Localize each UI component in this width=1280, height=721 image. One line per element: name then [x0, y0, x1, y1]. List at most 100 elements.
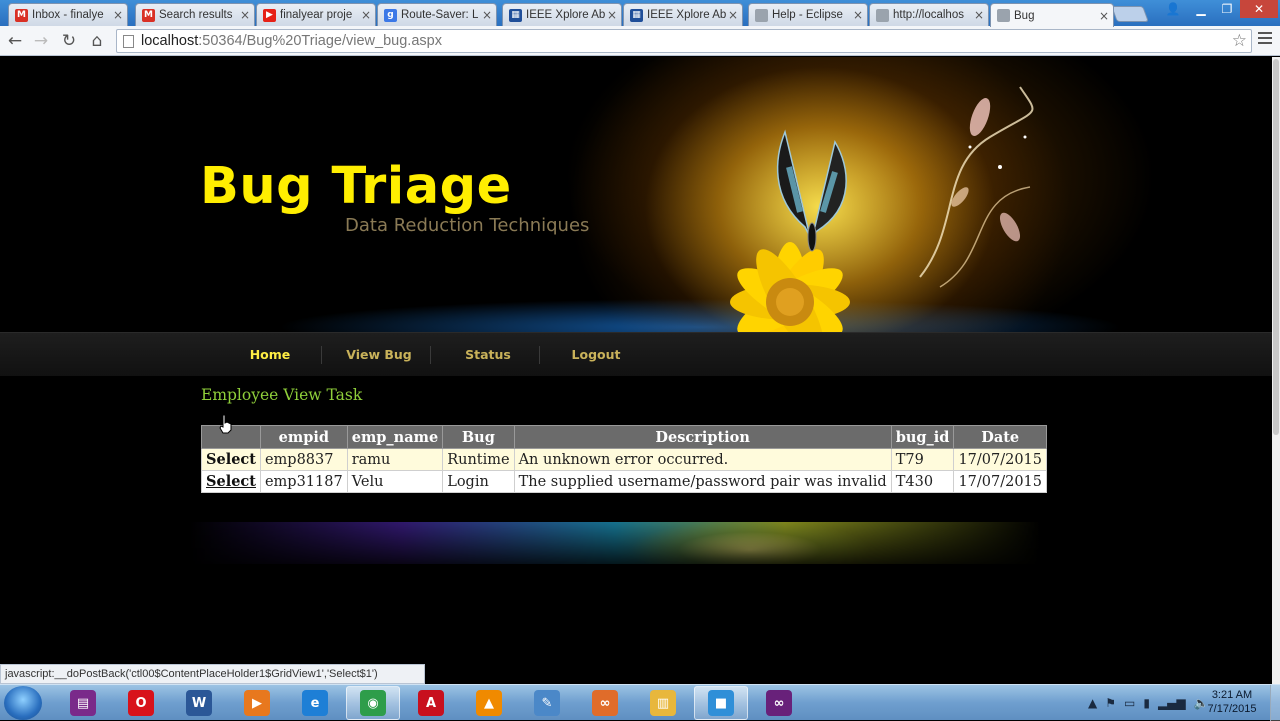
close-tab-icon[interactable]: × — [974, 8, 984, 22]
select-cell: Select — [201, 448, 261, 471]
close-tab-icon[interactable]: × — [113, 8, 123, 22]
battery-icon[interactable]: ▮ — [1143, 696, 1150, 710]
file-explorer-icon: ▥ — [650, 690, 676, 716]
cell-date: 17/07/2015 — [953, 470, 1048, 493]
hand-cursor-icon — [219, 414, 232, 434]
page-scrollbar[interactable] — [1272, 57, 1280, 684]
cell-emp-name: ramu — [346, 448, 444, 471]
browser-tab[interactable]: Bug × — [990, 3, 1114, 27]
bookmark-star-icon[interactable]: ☆ — [1232, 30, 1247, 52]
nav-status[interactable]: Status — [444, 333, 532, 377]
taskbar-app-button[interactable]: ∞ — [752, 686, 806, 720]
close-window-icon[interactable]: ✕ — [1240, 0, 1278, 18]
taskbar-app-button[interactable]: ▶ — [230, 686, 284, 720]
taskbar-app-button[interactable]: ▲ — [462, 686, 516, 720]
new-tab-button[interactable] — [1111, 6, 1149, 22]
browser-tab[interactable]: http://localhos × — [869, 3, 989, 26]
home-icon[interactable]: ⌂ — [86, 31, 108, 51]
cell-description: The supplied username/password pair was … — [513, 470, 892, 493]
select-link[interactable]: Select — [206, 473, 256, 490]
media-player-icon: ▶ — [244, 690, 270, 716]
taskbar-clock[interactable]: 3:21 AM 7/17/2015 — [1200, 688, 1264, 716]
cell-bug-id: T79 — [890, 448, 955, 471]
select-link[interactable]: Select — [206, 451, 256, 468]
network-icon[interactable]: ▂▄▆ — [1158, 696, 1186, 710]
close-tab-icon[interactable]: × — [728, 8, 738, 22]
select-cell: Select — [201, 470, 261, 493]
close-tab-icon[interactable]: × — [240, 8, 250, 22]
nav-view-bug[interactable]: View Bug — [334, 333, 424, 377]
browser-tab[interactable]: g Route-Saver: L × — [377, 3, 497, 26]
nav-divider — [321, 346, 322, 364]
taskbar-app-button[interactable]: ◉ — [346, 686, 400, 720]
browser-status-bar: javascript:__doPostBack('ctl00$ContentPl… — [0, 664, 425, 684]
col-header-bug: Bug — [442, 425, 515, 449]
browser-tab[interactable]: Help - Eclipse × — [748, 3, 868, 26]
display-icon[interactable]: ▭ — [1124, 696, 1135, 710]
windows-taskbar: ▤ O W ▶ e ◉ A ▲ ✎ ∞ ▥ ■ ∞ ▲ ⚑ ▭ ▮ ▂▄▆ 🔈 3:21 AM 7/17… — [0, 684, 1280, 721]
ieee-icon: ▦ — [509, 8, 522, 22]
youtube-icon: ▶ — [263, 8, 276, 22]
footer-decoration — [190, 522, 1040, 564]
page-icon — [876, 8, 889, 22]
site-subtitle: Data Reduction Techniques — [345, 215, 590, 236]
table-row: Select emp8837 ramu Runtime An unknown e… — [201, 448, 1048, 471]
chrome-icon: ◉ — [360, 690, 386, 716]
tab-title: IEEE Xplore Ab — [647, 9, 726, 21]
taskbar-app-button[interactable]: ✎ — [520, 686, 574, 720]
acrobat-icon: A — [418, 690, 444, 716]
maximize-icon[interactable]: ❐ — [1214, 0, 1240, 18]
browser-tab[interactable]: M Search results × — [135, 3, 255, 26]
system-tray: ▲ ⚑ ▭ ▮ ▂▄▆ 🔈 — [1088, 690, 1209, 716]
start-button[interactable] — [4, 686, 42, 720]
nav-divider — [539, 346, 540, 364]
paint-icon: ✎ — [534, 690, 560, 716]
tab-title: Help - Eclipse — [772, 9, 843, 21]
taskbar-app-button[interactable]: W — [172, 686, 226, 720]
scrollbar-thumb[interactable] — [1273, 59, 1279, 435]
taskbar-app-button[interactable]: ▤ — [56, 686, 110, 720]
tab-title: Bug — [1014, 9, 1035, 22]
web-page: Bug Triage Data Reduction Techniques Hom… — [0, 57, 1272, 684]
taskbar-app-button[interactable]: O — [114, 686, 168, 720]
forward-icon[interactable]: → — [30, 31, 52, 51]
tab-title: Inbox - finalye — [32, 9, 104, 21]
close-tab-icon[interactable]: × — [482, 8, 492, 22]
close-tab-icon[interactable]: × — [607, 8, 617, 22]
tray-arrow-icon[interactable]: ▲ — [1088, 696, 1097, 710]
minimize-icon[interactable]: ▁ — [1188, 0, 1214, 18]
reload-icon[interactable]: ↻ — [58, 31, 80, 51]
nav-logout[interactable]: Logout — [552, 333, 640, 377]
action-center-icon[interactable]: ⚑ — [1105, 696, 1116, 710]
user-icon[interactable]: 👤 — [1160, 0, 1186, 18]
address-bar[interactable]: localhost:50364/Bug%20Triage/view_bug.as… — [116, 29, 1252, 53]
word-icon: W — [186, 690, 212, 716]
close-tab-icon[interactable]: × — [1099, 9, 1109, 23]
tab-title: http://localhos — [893, 9, 964, 21]
col-header-description: Description — [513, 425, 892, 449]
gmail-icon: M — [15, 8, 28, 22]
browser-tab[interactable]: ▦ IEEE Xplore Ab × — [502, 3, 622, 26]
taskbar-app-button[interactable]: ∞ — [578, 686, 632, 720]
show-desktop-button[interactable] — [1270, 685, 1280, 721]
close-tab-icon[interactable]: × — [853, 8, 863, 22]
tab-title: IEEE Xplore Ab — [526, 9, 605, 21]
visual-studio-purple-icon: ∞ — [766, 690, 792, 716]
section-title: Employee View Task — [201, 386, 363, 404]
nav-home[interactable]: Home — [226, 333, 314, 377]
taskbar-app-button[interactable]: ■ — [694, 686, 748, 720]
taskbar-app-button[interactable]: e — [288, 686, 342, 720]
internet-explorer-icon: e — [302, 690, 328, 716]
back-icon[interactable]: ← — [4, 31, 26, 51]
chrome-menu-icon[interactable] — [1258, 32, 1272, 46]
browser-tab[interactable]: ▶ finalyear proje × — [256, 3, 376, 26]
camtasia-icon: ■ — [708, 690, 734, 716]
gmail-icon: M — [142, 8, 155, 22]
taskbar-app-button[interactable]: ▥ — [636, 686, 690, 720]
cell-bug-id: T430 — [890, 470, 955, 493]
browser-tab[interactable]: M Inbox - finalye × — [8, 3, 128, 26]
browser-tab[interactable]: ▦ IEEE Xplore Ab × — [623, 3, 743, 26]
bug-task-grid: empid emp_name Bug Description bug_id Da… — [201, 425, 1048, 493]
taskbar-app-button[interactable]: A — [404, 686, 458, 720]
close-tab-icon[interactable]: × — [361, 8, 371, 22]
